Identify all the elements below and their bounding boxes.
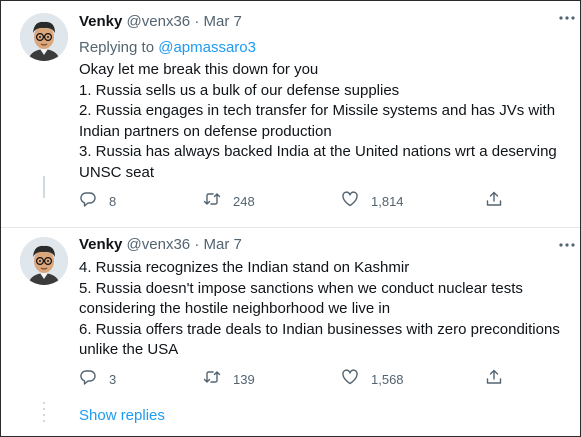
retweet-button[interactable]: 139	[203, 368, 255, 390]
tweet-text-line: 4. Russia recognizes the Indian stand on…	[79, 259, 410, 276]
author-handle[interactable]: @venx36	[127, 236, 191, 253]
tweet-text-line: 3. Russia has always backed India at the…	[79, 143, 557, 160]
retweet-count: 139	[233, 371, 255, 387]
retweet-count: 248	[233, 193, 255, 209]
retweet-icon	[203, 368, 221, 391]
separator-dot: ·	[194, 236, 200, 253]
heart-icon	[341, 368, 359, 391]
like-count: 1,814	[371, 193, 404, 209]
tweet-content: Venky @venx36 · Mar 7 4. Russia recogniz…	[79, 234, 566, 361]
tweet-text-line: 1. Russia sells us a bulk of our defense…	[79, 81, 400, 99]
tweet[interactable]: Venky @venx36 · Mar 7 Replying to @apmas…	[1, 1, 580, 228]
reply-count: 8	[109, 193, 117, 209]
share-icon	[485, 190, 503, 213]
tweet-header: Venky @venx36 · Mar 7	[79, 234, 566, 256]
reply-icon	[79, 190, 97, 213]
tweet-text-line: unlike the USA	[79, 341, 179, 358]
tweet-text-line: UNSC seat	[79, 163, 155, 181]
reply-button[interactable]: 8	[79, 190, 116, 212]
reply-button[interactable]: 3	[79, 368, 116, 390]
more-icon[interactable]	[558, 236, 576, 254]
reply-count: 3	[109, 371, 117, 387]
retweet-icon	[203, 190, 221, 213]
tweet-date[interactable]: Mar 7	[204, 236, 242, 253]
like-button[interactable]: 1,568	[341, 368, 404, 390]
tweet-text-line: 2. Russia engages in tech transfer for M…	[79, 102, 556, 119]
retweet-button[interactable]: 248	[203, 190, 255, 212]
replying-to-label: Replying to	[79, 39, 159, 56]
thread-dotted-connector	[43, 402, 45, 426]
tweet-text-line: considering the hostile neighborhood we …	[79, 300, 391, 317]
avatar[interactable]	[20, 237, 68, 285]
author-name[interactable]: Venky	[79, 236, 122, 253]
tweet-text-line: Indian partners on defense production	[79, 122, 332, 140]
thread-connector-line	[43, 176, 45, 198]
share-button[interactable]	[485, 368, 503, 390]
avatar[interactable]	[20, 13, 68, 61]
tweet-date[interactable]: Mar 7	[204, 13, 242, 30]
tweet-text-line: Okay let me break this down for you	[79, 61, 319, 78]
more-icon[interactable]	[558, 9, 576, 27]
tweet-content: Venky @venx36 · Mar 7 Replying to @apmas…	[79, 11, 566, 183]
tweet-header: Venky @venx36 · Mar 7	[79, 11, 566, 33]
replying-to: Replying to @apmassaro3	[79, 37, 566, 58]
tweet-text: Okay let me break this down for you 1. R…	[79, 60, 566, 183]
heart-icon	[341, 190, 359, 213]
like-count: 1,568	[371, 371, 404, 387]
tweet-actions: 3 139 1,568	[79, 368, 509, 390]
tweet-actions: 8 248 1,814	[79, 190, 509, 212]
reply-icon	[79, 368, 97, 391]
mention-link[interactable]: @apmassaro3	[158, 39, 256, 56]
tweet-text: 4. Russia recognizes the Indian stand on…	[79, 258, 566, 361]
tweet[interactable]: Venky @venx36 · Mar 7 4. Russia recogniz…	[1, 228, 580, 436]
like-button[interactable]: 1,814	[341, 190, 404, 212]
tweet-text-line: 5. Russia doesn't impose sanctions when …	[79, 279, 523, 297]
share-button[interactable]	[485, 190, 503, 212]
author-name[interactable]: Venky	[79, 13, 122, 30]
author-handle[interactable]: @venx36	[127, 13, 191, 30]
show-replies-link[interactable]: Show replies	[79, 407, 165, 424]
tweet-thread-frame: Venky @venx36 · Mar 7 Replying to @apmas…	[0, 0, 581, 437]
share-icon	[485, 368, 503, 391]
tweet-text-line: 6. Russia offers trade deals to Indian b…	[79, 320, 560, 338]
separator-dot: ·	[194, 13, 200, 30]
